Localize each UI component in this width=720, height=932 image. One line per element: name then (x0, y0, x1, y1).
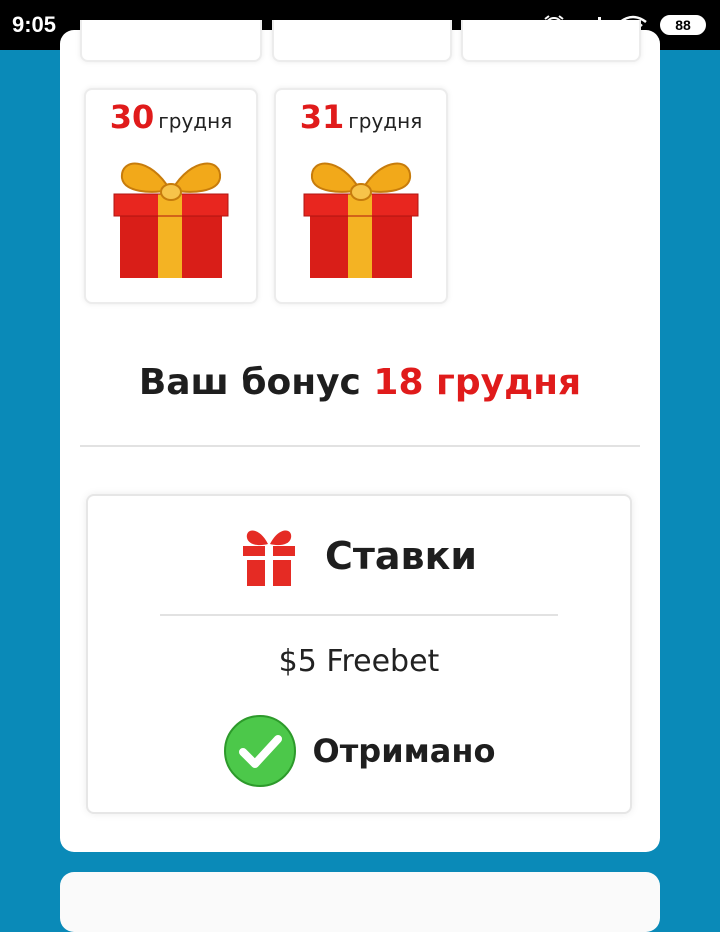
bonus-date: 18 грудня (373, 362, 582, 403)
battery-level: 88 (675, 17, 691, 33)
day-date: 31 грудня (276, 98, 446, 136)
bonus-heading: Ваш бонус 18 грудня (60, 362, 660, 403)
section-divider (80, 445, 640, 447)
bets-title: Ставки (324, 534, 478, 578)
bonus-detail-card: Ставки $5 Freebet Отримано (86, 494, 632, 814)
bonus-prefix: Ваш бонус (138, 362, 361, 403)
day-month: грудня (348, 109, 423, 133)
gift-icon (242, 530, 295, 586)
day-tile-31[interactable]: 31 грудня (274, 88, 448, 304)
status-row: Отримано (88, 714, 630, 788)
check-circle-icon (223, 715, 296, 787)
card-divider (160, 614, 558, 616)
day-date: 30 грудня (86, 98, 256, 136)
day-month: грудня (158, 109, 233, 133)
day-tile[interactable] (80, 20, 262, 62)
status-time: 9:05 (12, 12, 57, 37)
gift-box-icon (113, 162, 229, 278)
day-tile[interactable] (272, 20, 452, 62)
day-tile-30[interactable]: 30 грудня (84, 88, 258, 304)
battery-icon: 88 (660, 15, 706, 35)
gift-box-icon (303, 162, 419, 278)
prize-text: $5 Freebet (278, 644, 440, 679)
bets-header: Ставки (88, 524, 630, 588)
day-tile[interactable] (461, 20, 641, 62)
day-number: 31 (299, 98, 345, 136)
next-card (60, 872, 660, 932)
day-number: 30 (109, 98, 155, 136)
status-text: Отримано (312, 732, 496, 770)
